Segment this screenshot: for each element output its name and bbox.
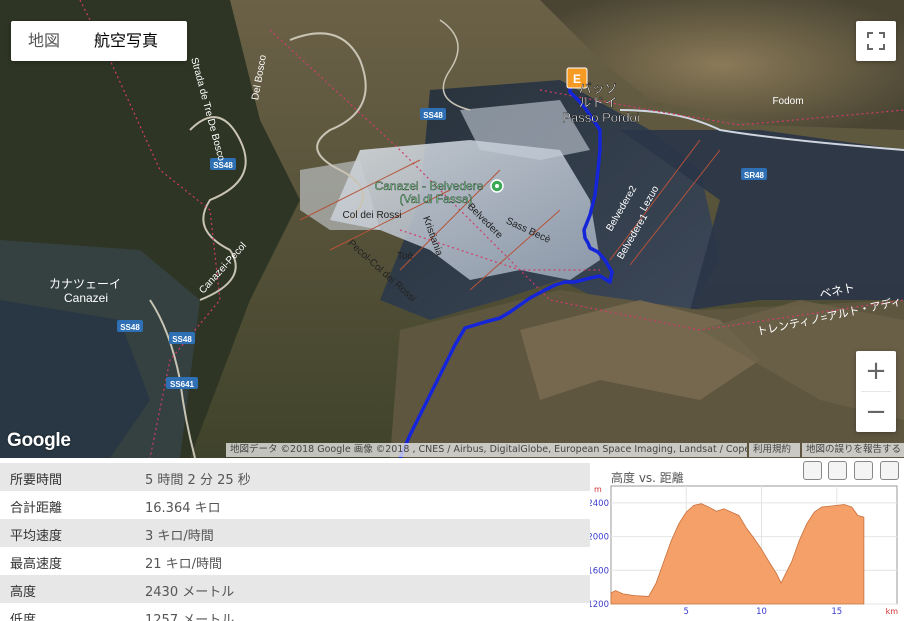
stat-value: 21 キロ/時間 (145, 557, 223, 572)
y-tick-label: 2000 (590, 533, 609, 543)
stat-row: 合計距離 16.364 キロ (0, 491, 590, 519)
stat-value: 5 時間 2 分 25 秒 (145, 473, 251, 488)
map-attribution: 地図データ ©2018 Google 画像 ©2018 , CNES / Air… (226, 443, 747, 457)
label-sr48: SR48 (744, 171, 765, 180)
stat-key: 所要時間 (10, 473, 63, 488)
end-marker-label: E (573, 72, 581, 86)
y-tick-label: 2400 (590, 499, 609, 509)
label-ss48-c: SS48 (120, 323, 140, 332)
zoom-out-button[interactable]: − (856, 392, 896, 432)
y-unit-label: m (594, 485, 602, 494)
poi-marker-icon (490, 179, 504, 193)
stat-key: 合計距離 (10, 501, 63, 516)
stat-row: 高度 2430 メートル (0, 575, 590, 603)
label-passo-pordoi-jp: パッソ (578, 81, 617, 96)
stat-value: 1257 メートル (145, 613, 235, 621)
stat-value: 16.364 キロ (145, 501, 221, 516)
y-tick-label: 1200 (590, 600, 609, 610)
terms-link[interactable]: 利用規約 (749, 443, 800, 457)
track-stats-table: 所要時間 5 時間 2 分 25 秒 合計距離 16.364 キロ 平均速度 3… (0, 463, 590, 621)
elevation-chart[interactable]: 1200 1600 2000 2400 5 10 15 m km (590, 458, 904, 621)
label-ss641: SS641 (170, 380, 195, 389)
fullscreen-button[interactable] (856, 21, 896, 61)
stat-key: 高度 (10, 585, 37, 600)
fullscreen-icon (867, 32, 885, 50)
x-tick-label: 5 (684, 607, 689, 617)
elevation-panel: 高度 vs. 距離 1200 1600 2000 2400 5 10 15 m km (590, 458, 904, 621)
stat-value: 3 キロ/時間 (145, 529, 214, 544)
y-tick-label: 1600 (590, 566, 609, 576)
label-fodom: Fodom (772, 96, 803, 107)
stat-row: 低度 1257 メートル (0, 603, 590, 621)
label-passo-pordoi-jp2: ルドイ (578, 95, 617, 110)
x-tick-label: 10 (756, 607, 767, 617)
label-canazei: Canazei (64, 291, 108, 305)
label-ss48-b: SS48 (213, 161, 233, 170)
label-col-dei-rossi: Col dei Rossi (343, 210, 402, 221)
map-type-control: 地図 航空写真 (11, 21, 187, 61)
map-type-satellite-button[interactable]: 航空写真 (77, 21, 175, 61)
report-error-link[interactable]: 地図の誤りを報告する (802, 443, 904, 457)
label-val-di-fassa: (Val di Fassa) (399, 192, 472, 206)
stat-value: 2430 メートル (145, 585, 235, 600)
google-logo[interactable]: Google (7, 430, 71, 452)
zoom-in-button[interactable]: + (856, 351, 896, 391)
stat-key: 最高速度 (10, 557, 63, 572)
map-type-map-button[interactable]: 地図 (11, 21, 77, 61)
label-ss48-d: SS48 (172, 335, 192, 344)
stat-key: 平均速度 (10, 529, 63, 544)
label-canazei-jp: カナツェーイ (49, 277, 121, 291)
label-passo-pordoi: Passo Pordoi (562, 110, 639, 125)
x-unit-label: km (886, 607, 899, 616)
satellite-imagery[interactable]: パッソ ルドイ Passo Pordoi Fodom Canazei - Bel… (0, 0, 904, 458)
stat-row: 平均速度 3 キロ/時間 (0, 519, 590, 547)
zoom-control: + − (856, 351, 896, 432)
stat-key: 低度 (10, 613, 37, 621)
label-toe: Toè (397, 251, 414, 262)
map-view[interactable]: パッソ ルドイ Passo Pordoi Fodom Canazei - Bel… (0, 0, 904, 458)
x-tick-label: 15 (831, 607, 842, 617)
stat-row: 最高速度 21 キロ/時間 (0, 547, 590, 575)
stat-row: 所要時間 5 時間 2 分 25 秒 (0, 463, 590, 491)
label-canazei-belvedere: Canazei - Belvedere (375, 179, 484, 193)
label-ss48-a: SS48 (423, 111, 443, 120)
